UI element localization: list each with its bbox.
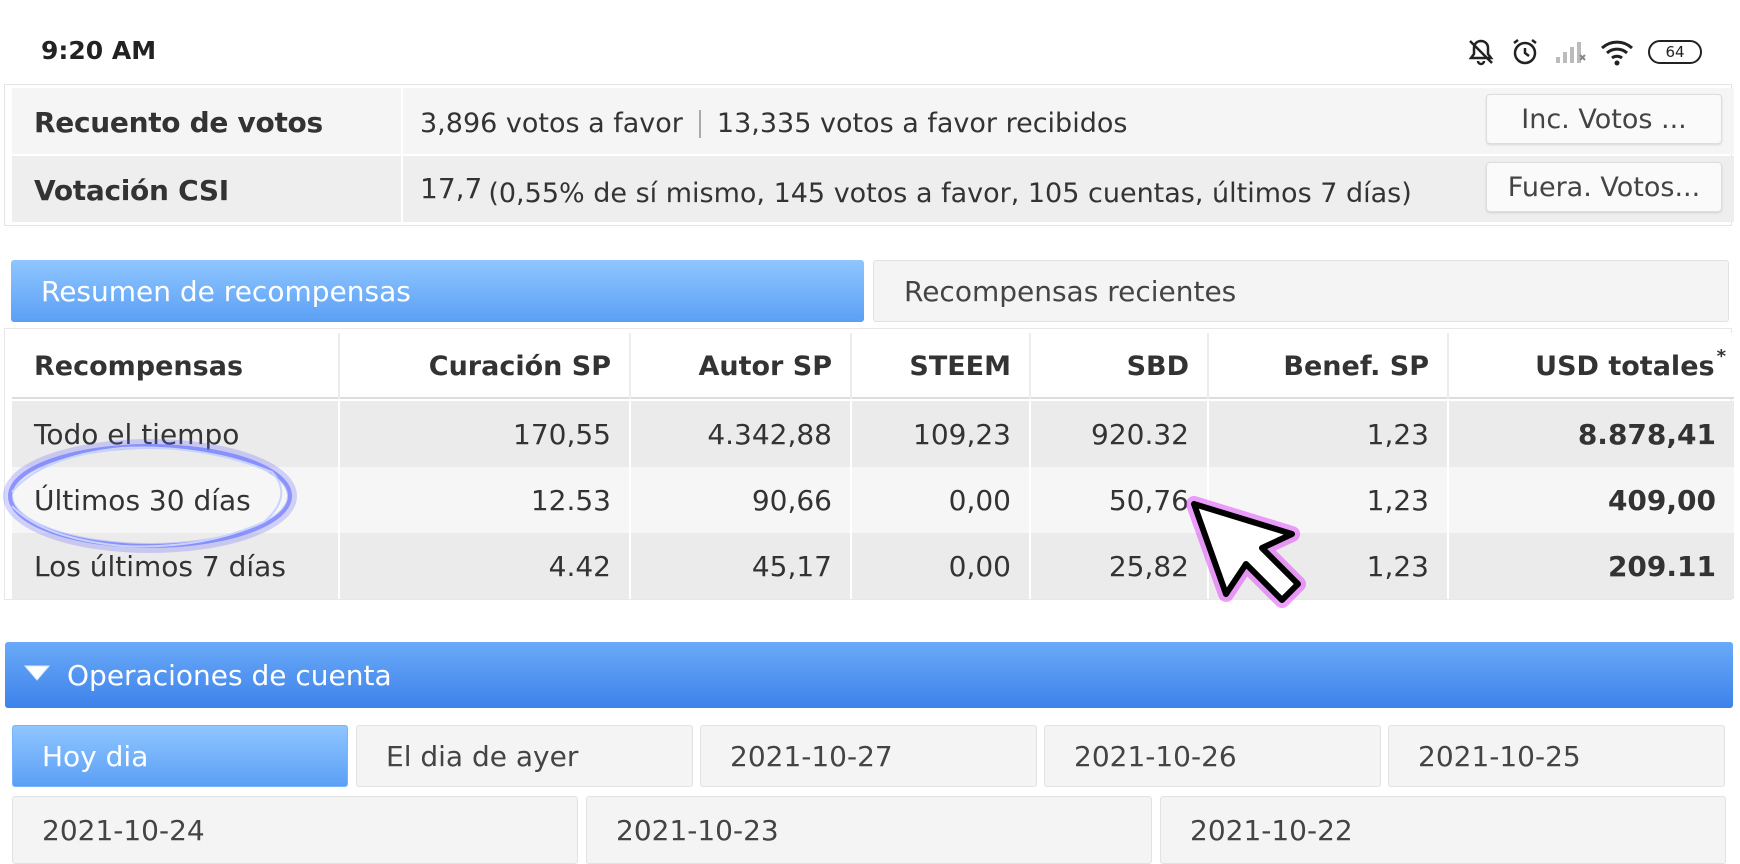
bell-off-icon — [1466, 37, 1496, 67]
reward-tabs: Resumen de recompensas Recompensas recie… — [4, 254, 1732, 324]
row-label: Últimos 30 días — [34, 483, 251, 517]
table-row: Los últimos 7 días 4.42 45,17 0,00 25,82… — [12, 533, 1734, 599]
header-cell: STEEM — [909, 350, 1011, 382]
csi-value: 17,7 (0,55% de sí mismo, 145 votos a fav… — [420, 172, 1412, 209]
steem: 0,00 — [948, 483, 1011, 517]
day-tab-date[interactable]: 2021-10-26 — [1044, 725, 1381, 787]
curation-sp: 4.42 — [548, 549, 611, 583]
sbd: 25,82 — [1108, 549, 1189, 583]
author-sp: 4.342,88 — [707, 417, 832, 451]
csi-detail: (0,55% de sí mismo, 145 votos a favor, 1… — [488, 178, 1412, 209]
vote-count-label: Recuento de votos — [34, 106, 323, 139]
votes-given: 3,896 votos a favor — [420, 108, 683, 139]
account-operations-header[interactable]: Operaciones de cuenta — [5, 642, 1733, 708]
vote-count-row: Recuento de votos 3,896 votos a favor 13… — [12, 88, 1734, 154]
divider — [401, 156, 403, 222]
alarm-icon — [1510, 37, 1540, 67]
csi-row: Votación CSI 17,7 (0,55% de sí mismo, 14… — [12, 156, 1734, 222]
day-tab-date[interactable]: 2021-10-27 — [700, 725, 1037, 787]
day-tab-today[interactable]: Hoy dia — [12, 725, 348, 787]
table-row: Últimos 30 días 12.53 90,66 0,00 50,76 1… — [12, 467, 1734, 533]
steem: 109,23 — [913, 417, 1011, 451]
triangle-down-icon — [23, 663, 51, 687]
curation-sp: 12.53 — [530, 483, 611, 517]
vote-info-panel: Recuento de votos 3,896 votos a favor 13… — [4, 84, 1734, 226]
header-cell: Curación SP — [428, 350, 611, 382]
table-row: Todo el tiempo 170,55 4.342,88 109,23 92… — [12, 401, 1734, 467]
row-label: Todo el tiempo — [34, 417, 240, 451]
header-cell: Recompensas — [34, 350, 244, 382]
outgoing-votes-button[interactable]: Fuera. Votos... — [1486, 162, 1722, 212]
header-cell: SBD — [1126, 350, 1189, 382]
day-tab-date[interactable]: 2021-10-22 — [1160, 796, 1726, 864]
day-tab-yesterday[interactable]: El dia de ayer — [356, 725, 693, 787]
steem: 0,00 — [948, 549, 1011, 583]
divider — [401, 88, 403, 154]
header-usd-label: USD totales — [1535, 350, 1715, 382]
header-cell-usd: USD totales * — [1449, 333, 1734, 399]
csi-label: Votación CSI — [34, 174, 229, 207]
benef-sp: 1,23 — [1366, 549, 1429, 583]
header-cell: Benef. SP — [1283, 350, 1429, 382]
usd-total: 8.878,41 — [1577, 417, 1716, 451]
table-header-row: Recompensas Curación SP Autor SP STEEM S… — [12, 333, 1734, 399]
account-operations-title: Operaciones de cuenta — [67, 658, 392, 692]
header-cell: Autor SP — [698, 350, 832, 382]
usd-total: 409,00 — [1607, 483, 1716, 517]
csi-score: 17,7 — [420, 172, 483, 205]
status-bar: 9:20 AM 64 — [0, 0, 1740, 84]
battery-level: 64 — [1665, 43, 1685, 61]
rewards-table: Recompensas Curación SP Autor SP STEEM S… — [4, 328, 1734, 600]
signal-icon — [1554, 39, 1586, 65]
battery-icon: 64 — [1648, 40, 1702, 64]
day-tab-date[interactable]: 2021-10-24 — [12, 796, 578, 864]
incoming-votes-button[interactable]: Inc. Votos ... — [1486, 94, 1722, 144]
row-label: Los últimos 7 días — [34, 549, 286, 583]
benef-sp: 1,23 — [1366, 483, 1429, 517]
tab-rewards-summary[interactable]: Resumen de recompensas — [11, 260, 864, 322]
author-sp: 45,17 — [751, 549, 832, 583]
vote-count-value: 3,896 votos a favor 13,335 votos a favor… — [420, 108, 1127, 139]
value-separator — [698, 109, 701, 138]
status-icons: 64 — [1466, 36, 1702, 68]
author-sp: 90,66 — [751, 483, 832, 517]
day-tab-date[interactable]: 2021-10-25 — [1388, 725, 1725, 787]
usd-total: 209.11 — [1607, 549, 1716, 583]
curation-sp: 170,55 — [513, 417, 611, 451]
tab-recent-rewards[interactable]: Recompensas recientes — [873, 260, 1729, 322]
day-tab-date[interactable]: 2021-10-23 — [586, 796, 1152, 864]
votes-received: 13,335 votos a favor recibidos — [716, 108, 1128, 139]
sbd: 50,76 — [1108, 483, 1189, 517]
benef-sp: 1,23 — [1366, 417, 1429, 451]
asterisk-note: * — [1716, 345, 1726, 367]
status-time: 9:20 AM — [41, 36, 157, 65]
sbd: 920.32 — [1091, 417, 1189, 451]
wifi-icon — [1600, 38, 1634, 66]
